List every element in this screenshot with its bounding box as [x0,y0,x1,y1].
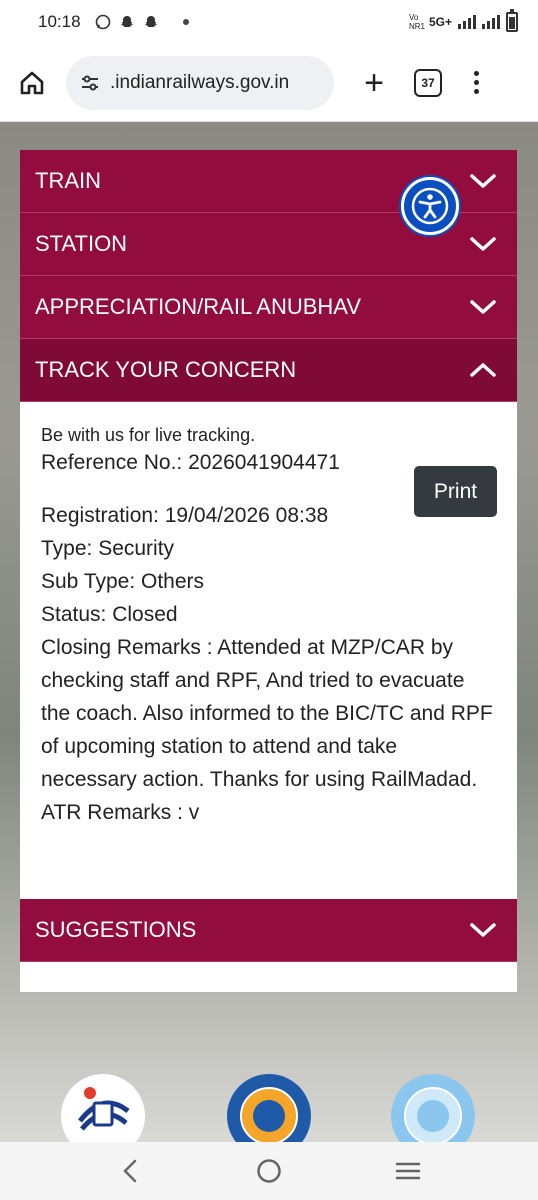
snapchat-icon [120,16,133,27]
tagline: Be with us for live tracking. [41,425,256,445]
notification-icons [95,14,189,30]
closing-remarks: Closing Remarks : Attended at MZP/CAR by… [41,636,493,791]
accordion-suggestions[interactable]: SUGGESTIONS [20,899,517,962]
browser-toolbar: ​.indianrailways.gov.in + 37 [0,44,538,122]
rail-madad-panel: TRAIN STATION APPRECIATION/RAIL ANUBHAV … [20,150,517,992]
home-icon[interactable] [14,65,50,101]
signal-icon [482,15,500,29]
system-nav-bar [0,1142,538,1200]
chevron-down-icon [470,237,496,251]
dot-icon [182,19,189,25]
volte-label: Vo NR1 [408,13,425,31]
address-bar[interactable]: ​.indianrailways.gov.in [66,55,334,110]
irctc-emblem [71,1084,135,1148]
accordion-label: SUGGESTIONS [35,917,197,942]
url-text: ​.indianrailways.gov.in [110,71,290,93]
system-icons: Vo NR1 5G+ [408,9,518,32]
concern-sub-type: Sub Type: Others [41,570,205,593]
accordion-appreciation[interactable]: APPRECIATION/RAIL ANUBHAV [20,276,517,339]
snapchat-icon [144,16,157,27]
menu-icon[interactable] [474,71,479,94]
accordion-label: STATION [35,231,128,256]
signal-icon [458,15,476,29]
battery-icon [506,9,518,32]
atr-remarks: ATR Remarks : v [41,801,200,824]
chevron-down-icon [470,923,496,937]
concern-type: Type: Security [41,537,175,560]
plus-icon[interactable]: + [356,66,392,100]
accordion-label: TRACK YOUR CONCERN [35,357,297,382]
concern-status: Status: Closed [41,603,178,626]
accessibility-button[interactable] [401,177,459,235]
clock: 10:18 [38,12,81,31]
recents-icon[interactable] [390,1153,426,1189]
accessibility-icon [411,187,449,225]
accordion-label: TRAIN [35,168,101,193]
back-icon[interactable] [112,1153,148,1189]
network-label: 5G+ [428,15,452,29]
chevron-up-icon [470,363,496,377]
whatsapp-icon [95,14,110,30]
status-bar: 10:18 Vo NR1 5G+ [0,0,538,44]
track-concern-content: Be with us for live tracking. Reference … [20,402,517,899]
tabs-icon[interactable]: 37 [414,68,442,97]
site-settings-icon[interactable] [78,71,102,95]
chevron-down-icon [470,174,496,188]
home-circle-icon[interactable] [251,1153,287,1189]
chevron-down-icon [470,300,496,314]
print-button[interactable]: Print [414,466,497,517]
accordion-track-concern[interactable]: TRACK YOUR CONCERN [20,339,517,402]
accordion-label: APPRECIATION/RAIL ANUBHAV [35,294,362,319]
